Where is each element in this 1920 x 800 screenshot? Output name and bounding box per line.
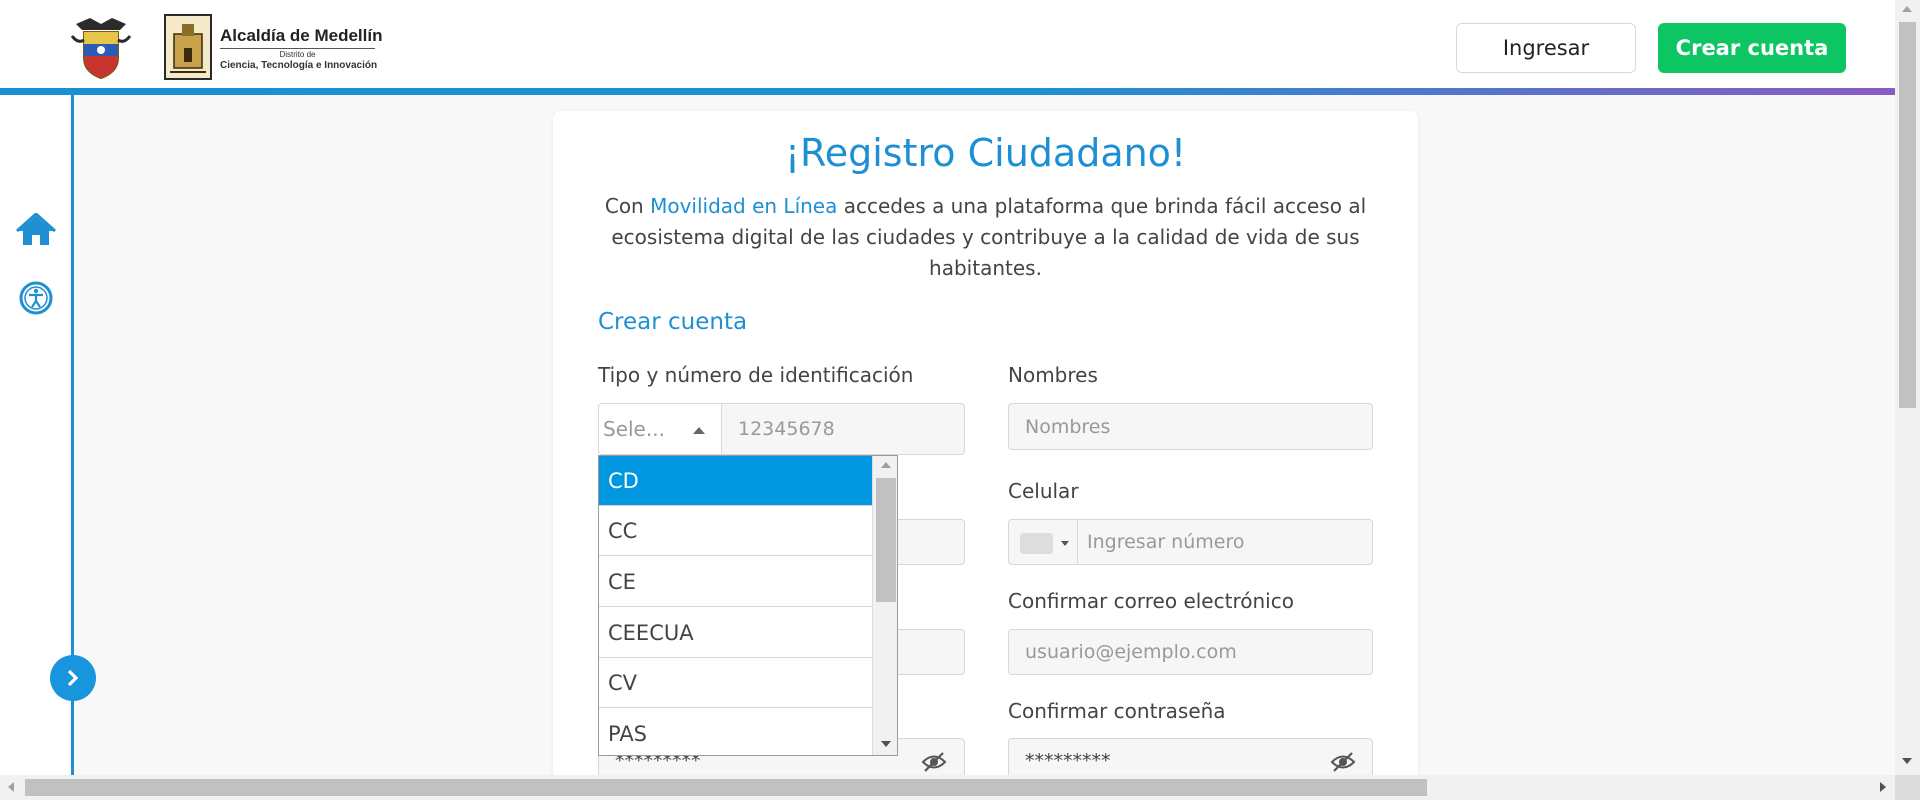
page-vertical-scrollbar[interactable] [1895,0,1920,775]
phone-input[interactable]: Ingresar número [1077,519,1373,565]
brand-subtitle: Distrito de [220,48,375,59]
expand-sidebar-button[interactable] [50,655,96,701]
confirm-password-label: Confirmar contraseña [1008,699,1226,723]
horizontal-scroll-thumb[interactable] [25,779,1427,796]
scrollbar-corner [1895,775,1920,800]
phone-label: Celular [1008,479,1079,503]
home-icon[interactable] [16,213,56,247]
scroll-up-icon[interactable] [881,462,891,468]
flag-icon [1020,533,1053,554]
login-button[interactable]: Ingresar [1456,23,1636,73]
dropdown-option-ceecua[interactable]: CEECUA [599,608,872,658]
dropdown-option-ce[interactable]: CE [599,557,872,607]
dropdown-option-cc[interactable]: CC [599,506,872,556]
page-horizontal-scrollbar[interactable] [0,775,1895,800]
page-title: ¡Registro Ciudadano! [784,131,1187,175]
brand-subtitle-2: Ciencia, Tecnología e Innovación [220,60,378,71]
dropdown-option-cd[interactable]: CD [599,456,872,506]
id-type-value: Sele... [603,417,665,441]
header-gradient-bar [0,88,1895,95]
scroll-down-icon[interactable] [1902,758,1912,764]
section-title: Crear cuenta [598,309,748,335]
confirm-email-input[interactable]: usuario@ejemplo.com [1008,629,1373,675]
vertical-scroll-thumb[interactable] [1899,22,1916,408]
chevron-right-icon [67,669,79,687]
id-type-dropdown[interactable]: CD CC CE CEECUA CV PAS [598,455,898,756]
id-number-input[interactable]: 12345678 [721,403,965,455]
eye-slash-icon[interactable] [921,751,947,773]
names-input[interactable]: Nombres [1008,403,1373,450]
page-description: Con Movilidad en Línea accedes a una pla… [603,191,1368,284]
scroll-left-icon[interactable] [8,782,14,792]
country-code-select[interactable] [1008,519,1078,565]
signup-button[interactable]: Crear cuenta [1658,23,1846,73]
scroll-down-icon[interactable] [881,741,891,747]
eye-slash-icon[interactable] [1330,751,1356,773]
caret-down-icon [1061,541,1069,546]
caret-up-icon [693,427,705,434]
scroll-up-icon[interactable] [1902,6,1912,12]
brand-text: Alcaldía de Medellín Distrito de Ciencia… [220,26,383,71]
scroll-right-icon[interactable] [1880,782,1886,792]
alcaldia-seal-logo [164,14,212,80]
colombia-coat-of-arms-logo [70,18,132,80]
top-header: Alcaldía de Medellín Distrito de Ciencia… [0,0,1895,88]
dropdown-option-cv[interactable]: CV [599,658,872,708]
brand-title: Alcaldía de Medellín [220,26,383,45]
accessibility-icon[interactable] [19,281,53,315]
dropdown-scroll-thumb[interactable] [876,478,896,602]
names-label: Nombres [1008,363,1098,387]
id-type-select[interactable]: Sele... [598,403,722,455]
confirm-email-label: Confirmar correo electrónico [1008,589,1294,613]
dropdown-option-pas[interactable]: PAS [599,709,872,755]
dropdown-scrollbar[interactable] [872,456,897,755]
id-label: Tipo y número de identificación [598,363,914,387]
description-prefix: Con [604,194,651,218]
movilidad-link[interactable]: Movilidad en Línea [650,194,837,218]
